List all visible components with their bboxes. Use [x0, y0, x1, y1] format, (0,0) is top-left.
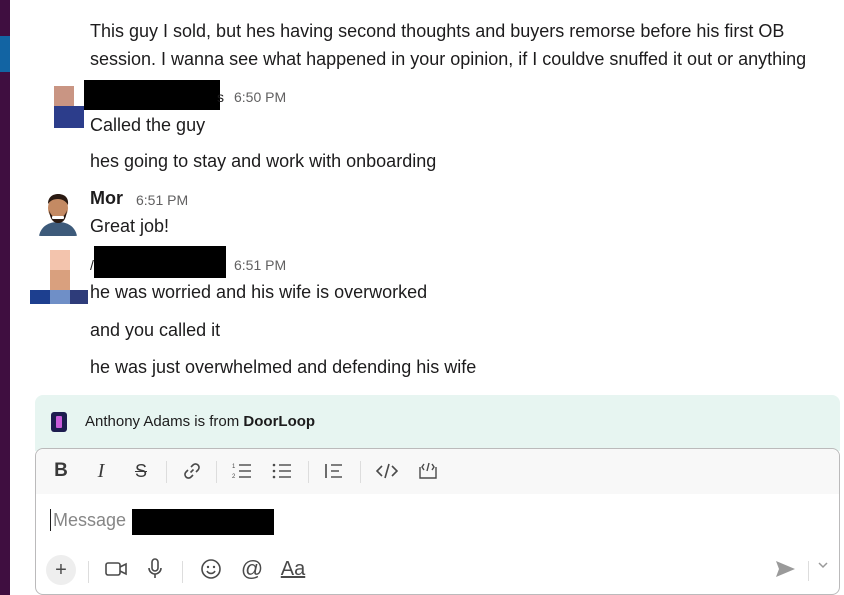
doorloop-logo-icon [51, 412, 67, 432]
ordered-list-icon[interactable]: 12 [230, 459, 254, 483]
message-text: hes going to stay and work with onboardi… [90, 151, 437, 171]
message-text: Great job! [90, 216, 170, 236]
toolbar-divider [216, 461, 217, 483]
toolbar-divider [808, 561, 809, 581]
video-icon[interactable] [102, 555, 130, 583]
person-avatar-icon [35, 190, 81, 236]
redacted-sender-name [84, 80, 220, 110]
avatar[interactable] [35, 190, 81, 236]
chevron-down-icon[interactable] [817, 559, 829, 574]
toolbar-divider [308, 461, 309, 483]
message-timestamp[interactable]: 6:50 PM [234, 89, 286, 105]
composer-actions: + @ Aa [36, 549, 839, 593]
plus-icon[interactable]: + [46, 555, 76, 585]
blockquote-icon[interactable] [322, 459, 346, 483]
toolbar-divider [166, 461, 167, 483]
message-text: he was worried and his wife is overworke… [90, 282, 428, 302]
external-org-banner: Anthony Adams is from DoorLoop [35, 395, 840, 451]
toolbar-divider [88, 561, 89, 583]
svg-text:2: 2 [232, 474, 236, 480]
message-input-placeholder: Message [53, 510, 127, 530]
banner-org-name: DoorLoop [243, 413, 316, 430]
code-icon[interactable] [374, 459, 400, 483]
redacted-channel-name [132, 509, 274, 535]
message-text: This guy I sold, but hes having second t… [90, 21, 785, 41]
italic-icon[interactable]: I [90, 459, 112, 483]
avatar[interactable] [54, 86, 84, 128]
send-icon[interactable] [773, 557, 799, 583]
link-icon[interactable] [180, 459, 204, 483]
mention-icon[interactable]: @ [238, 555, 266, 583]
avatar[interactable] [30, 250, 90, 306]
workspace-sidebar-edge [0, 0, 10, 595]
svg-text:1: 1 [232, 464, 236, 470]
formatting-toolbar: B I S 12 [36, 449, 839, 494]
emoji-icon[interactable] [198, 555, 224, 583]
message-timestamp[interactable]: 6:51 PM [234, 257, 286, 273]
sender-name[interactable]: Mor [90, 188, 123, 209]
message-text: he was just overwhelmed and defending hi… [90, 357, 477, 377]
message-input[interactable]: Message [50, 507, 810, 537]
composer-container: Anthony Adams is from DoorLoop B I S 12 [35, 395, 840, 595]
message-text: session. I wanna see what happened in yo… [90, 49, 807, 69]
message-text: and you called it [90, 320, 221, 340]
toolbar-divider [182, 561, 183, 583]
toolbar-divider [360, 461, 361, 483]
banner-text: Anthony Adams is from DoorLoop [85, 413, 315, 430]
sender-name-fragment: s [217, 89, 224, 105]
sidebar-active-indicator [0, 36, 10, 72]
microphone-icon[interactable] [142, 555, 168, 583]
strikethrough-icon[interactable]: S [130, 459, 152, 483]
formatting-icon[interactable]: Aa [278, 555, 308, 583]
message-timestamp[interactable]: 6:51 PM [136, 192, 188, 208]
message-list: This guy I sold, but hes having second t… [10, 0, 844, 392]
redacted-sender-name [94, 246, 226, 278]
banner-prefix: Anthony Adams is from [85, 413, 244, 430]
text-caret [50, 509, 51, 531]
message-text: Called the guy [90, 115, 206, 135]
message-composer: B I S 12 Message + @ Aa [35, 448, 840, 595]
bulleted-list-icon[interactable] [270, 459, 294, 483]
code-block-icon[interactable] [416, 459, 440, 483]
bold-icon[interactable]: B [50, 459, 72, 483]
